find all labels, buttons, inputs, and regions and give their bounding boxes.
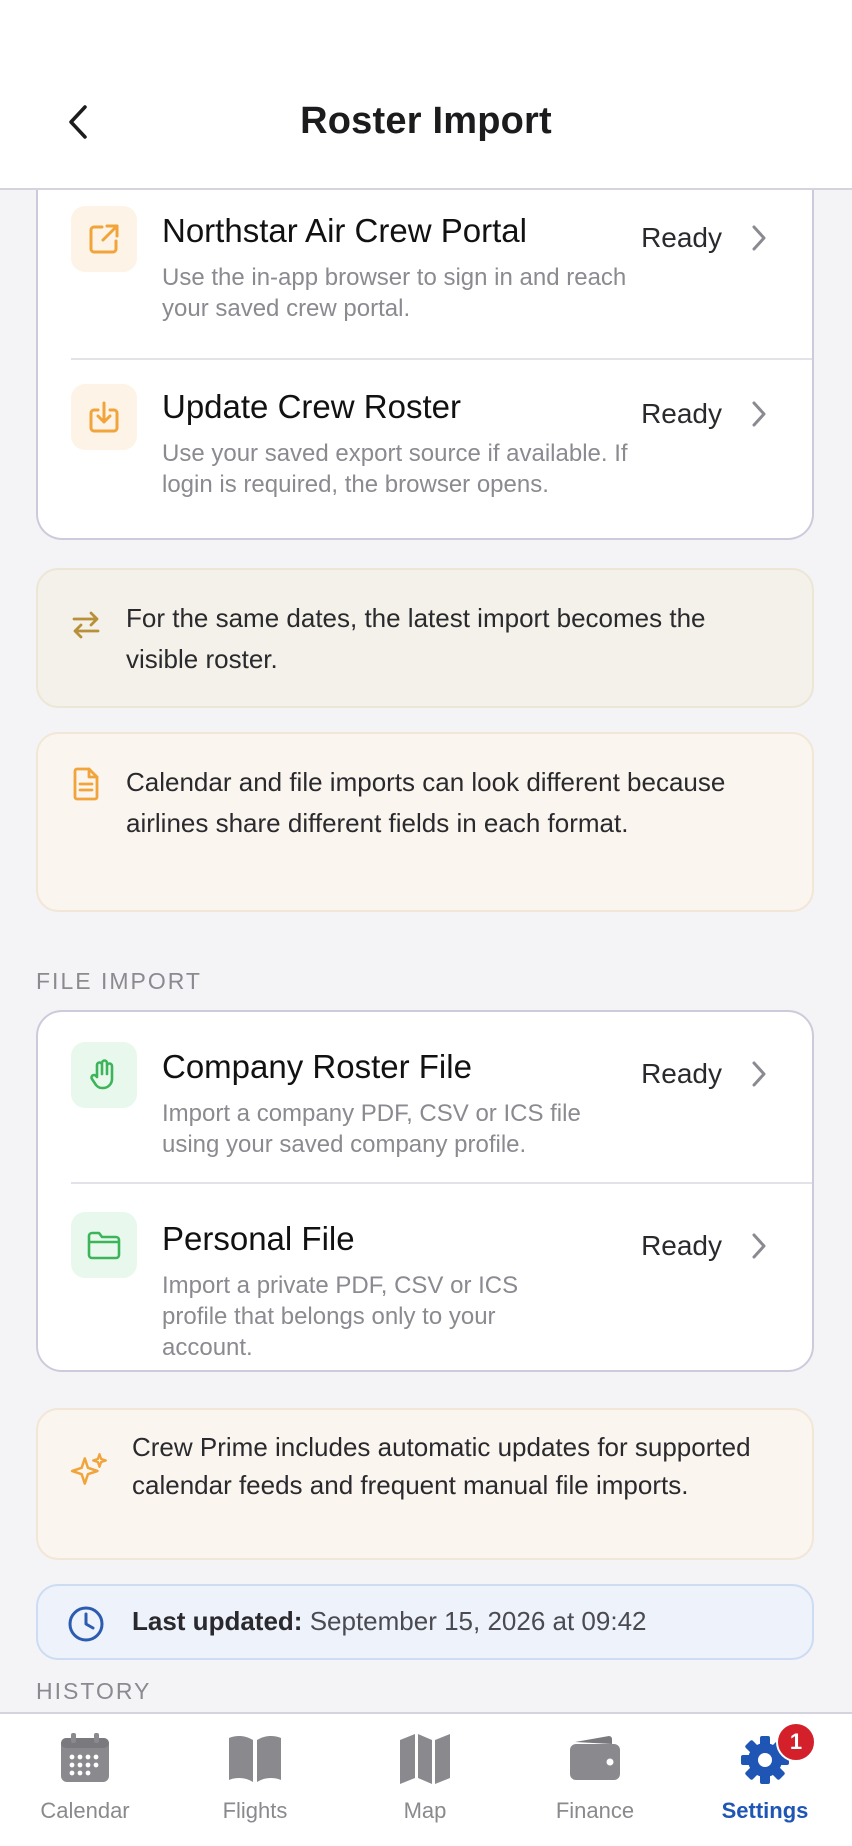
row-title: Personal File xyxy=(162,1220,355,1257)
crew-prime-notice: Crew Prime includes automatic updates fo… xyxy=(36,1408,814,1560)
row-icon-container xyxy=(71,1212,137,1278)
tab-label: Finance xyxy=(555,1798,635,1823)
tab-settings[interactable]: 1 Settings xyxy=(680,1714,850,1846)
chevron-right-icon xyxy=(752,225,766,251)
notice-text: Crew Prime includes automatic updates fo… xyxy=(132,1432,751,1500)
row-description: Import a private PDF, CSV or ICS profile… xyxy=(162,1272,519,1361)
last-updated-banner: Last updated: September 15, 2026 at 09:4… xyxy=(36,1584,814,1660)
wallet-icon xyxy=(570,1736,620,1780)
status-text: Ready xyxy=(641,1230,722,1261)
swap-arrows-icon xyxy=(72,611,100,639)
crew-portal-row[interactable]: Northstar Air Crew Portal Use the in-app… xyxy=(38,170,812,358)
company-roster-file-row[interactable]: Company Roster File Import a company PDF… xyxy=(38,1012,812,1182)
status-text: Ready xyxy=(641,1058,722,1089)
section-label-file-import: FILE IMPORT xyxy=(36,968,202,994)
format-difference-notice: Calendar and file imports can look diffe… xyxy=(36,732,814,912)
file-import-card: Company Roster File Import a company PDF… xyxy=(36,1010,814,1372)
file-hand-icon xyxy=(90,1059,114,1090)
notice-text: For the same dates, the latest import be… xyxy=(126,603,706,674)
tab-label: Calendar xyxy=(40,1798,130,1823)
last-updated-label: Last updated: xyxy=(132,1606,303,1636)
book-icon xyxy=(229,1735,281,1782)
update-roster-row[interactable]: Update Crew Roster Use your saved export… xyxy=(38,360,812,538)
tab-finance[interactable]: Finance xyxy=(510,1714,680,1846)
tab-label: Map xyxy=(403,1798,447,1823)
map-icon xyxy=(400,1734,450,1784)
clock-icon xyxy=(68,1606,104,1642)
tab-bar: Calendar Flights Map Finance 1 Settings xyxy=(0,1712,852,1846)
row-description: Use the in-app browser to sign in and re… xyxy=(162,264,627,322)
navigation-header: Roster Import xyxy=(0,0,852,190)
section-label-history: HISTORY xyxy=(36,1678,152,1704)
sparkles-icon xyxy=(70,1453,107,1485)
row-title: Update Crew Roster xyxy=(162,388,461,425)
chevron-right-icon xyxy=(752,1061,766,1087)
status-text: Ready xyxy=(641,222,722,253)
row-icon-container xyxy=(71,206,137,272)
portal-card: Northstar Air Crew Portal Use the in-app… xyxy=(36,170,814,540)
status-text: Ready xyxy=(641,398,722,429)
last-updated-text: Last updated: September 15, 2026 at 09:4… xyxy=(132,1606,647,1637)
folder-icon xyxy=(87,1231,121,1260)
external-link-icon xyxy=(89,224,119,254)
last-updated-value: September 15, 2026 at 09:42 xyxy=(309,1606,647,1636)
tab-calendar[interactable]: Calendar xyxy=(0,1714,170,1846)
row-description: Use your saved export source if availabl… xyxy=(162,440,628,498)
document-icon xyxy=(73,767,99,801)
row-icon-container xyxy=(71,1042,137,1108)
calendar-icon xyxy=(61,1733,109,1782)
page-title: Roster Import xyxy=(300,100,552,142)
tab-map[interactable]: Map xyxy=(340,1714,510,1846)
row-title: Northstar Air Crew Portal xyxy=(162,212,527,249)
row-icon-container xyxy=(71,384,137,450)
chevron-right-icon xyxy=(752,1233,766,1259)
notice-text: Calendar and file imports can look diffe… xyxy=(126,767,726,838)
download-icon xyxy=(89,401,119,433)
latest-import-notice: For the same dates, the latest import be… xyxy=(36,568,814,708)
row-title: Company Roster File xyxy=(162,1048,472,1085)
row-description: Import a company PDF, CSV or ICS file us… xyxy=(162,1100,581,1158)
tab-label: Settings xyxy=(721,1798,809,1823)
personal-file-row[interactable]: Personal File Import a private PDF, CSV … xyxy=(38,1184,812,1370)
notification-badge: 1 xyxy=(776,1722,816,1762)
tab-flights[interactable]: Flights xyxy=(170,1714,340,1846)
tab-label: Flights xyxy=(222,1798,288,1823)
chevron-right-icon xyxy=(752,401,766,427)
